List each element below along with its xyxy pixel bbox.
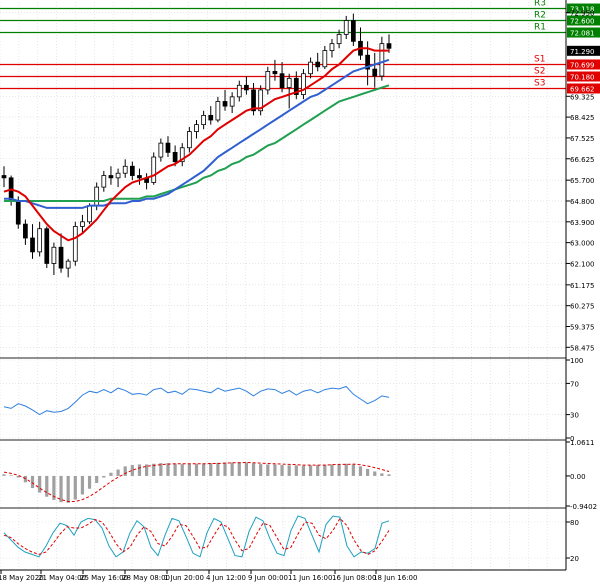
price-tick-label: 72.950	[570, 9, 595, 17]
time-tick-label: 21 May 04:00	[38, 574, 86, 582]
stoch-tick-label: 80	[570, 519, 579, 527]
price-tick-label: 64.800	[570, 198, 595, 206]
candle-body	[58, 246, 64, 269]
macd-tick-label: 0.00	[570, 473, 586, 481]
level-price-label: 69.662	[570, 85, 595, 93]
candle-body	[315, 61, 321, 68]
price-tick-label: 66.625	[570, 156, 595, 164]
price-tick-label: 60.275	[570, 303, 595, 311]
candle-body	[108, 175, 114, 179]
candle-body	[244, 84, 249, 91]
time-tick-label: 1 Jun 20:00	[164, 574, 204, 582]
macd-tick-label: 1.0611	[570, 439, 595, 447]
macd-tick-label: -0.9402	[570, 503, 597, 511]
price-tick-label: 63.900	[570, 219, 595, 227]
time-tick-label: 4 Jun 12:00	[206, 574, 246, 582]
candle-body	[37, 228, 43, 253]
candle-body	[322, 50, 328, 68]
panel-separator	[0, 357, 566, 359]
candle-body	[115, 172, 121, 179]
level-name-s3: S3	[534, 78, 545, 88]
level-price-label: 71.290	[570, 48, 595, 56]
time-tick-label: 9 Jun 00:00	[248, 574, 288, 582]
level-price-label: 72.081	[570, 30, 595, 38]
candle-body	[386, 43, 392, 49]
stoch-tick-label: 20	[570, 555, 579, 563]
price-tick-label: 67.525	[570, 135, 595, 143]
candle-body	[272, 71, 278, 75]
time-tick-label: 28 May 08:00	[122, 574, 170, 582]
price-tick-label: 69.325	[570, 93, 595, 101]
level-name-r2: R2	[534, 11, 546, 21]
price-tick-label: 58.475	[570, 344, 595, 352]
candle-body	[286, 77, 292, 89]
price-tick-label: 63.000	[570, 240, 595, 248]
price-tick-label: 62.100	[570, 260, 595, 268]
chart-background	[0, 0, 600, 584]
candle-body	[265, 71, 271, 91]
candle-body	[87, 205, 92, 223]
time-tick-label: 16 Jun 08:00	[332, 574, 376, 582]
price-tick-label: 68.425	[570, 114, 595, 122]
candle-body	[215, 101, 221, 121]
candle-body	[172, 151, 178, 163]
candle-body	[343, 20, 349, 35]
candle-body	[80, 221, 85, 227]
candle-body	[329, 43, 335, 51]
rsi-tick-label: 100	[570, 357, 583, 365]
level-name-s2: S2	[534, 67, 545, 77]
level-name-s1: S1	[534, 54, 545, 64]
candle-body	[194, 124, 199, 132]
candle-body	[187, 131, 192, 149]
level-name-r3: R3	[534, 0, 546, 9]
candle-body	[137, 175, 142, 179]
candle-body	[236, 84, 242, 98]
rsi-tick-label: 30	[570, 412, 579, 420]
candle-body	[1, 175, 7, 179]
candle-body	[301, 73, 306, 95]
candle-body	[308, 61, 313, 75]
candle-body	[336, 33, 342, 45]
candle-body	[44, 228, 50, 264]
candle-body	[158, 142, 164, 158]
candle-body	[208, 114, 214, 121]
candle-body	[229, 96, 235, 107]
candle-body	[165, 142, 171, 153]
panel-separator	[0, 507, 566, 509]
candle-body	[23, 223, 28, 239]
candle-body	[30, 237, 35, 253]
rsi-tick-label: 70	[570, 380, 579, 388]
panel-separator	[0, 439, 566, 441]
candle-body	[201, 114, 206, 126]
candle-body	[222, 101, 228, 107]
candle-body	[129, 165, 135, 176]
level-price-label: 70.180	[570, 74, 595, 82]
candle-body	[372, 68, 378, 77]
candle-body	[350, 20, 356, 42]
candle-body	[94, 186, 100, 207]
candle-body	[101, 175, 107, 188]
candle-body	[151, 156, 157, 183]
price-tick-label: 59.375	[570, 324, 595, 332]
level-name-r1: R1	[534, 23, 546, 33]
candle-body	[122, 165, 128, 174]
candle-body	[15, 200, 21, 225]
level-price-label: 70.699	[570, 61, 595, 69]
candle-body	[65, 260, 71, 269]
time-tick-label: 25 May 16:00	[80, 574, 128, 582]
candle-body	[72, 226, 78, 262]
time-tick-label: 11 Jun 16:00	[288, 574, 332, 582]
time-tick-label: 18 Jun 16:00	[373, 574, 417, 582]
candle-body	[379, 43, 385, 77]
candle-body	[51, 246, 57, 264]
price-tick-label: 61.175	[570, 282, 595, 290]
candle-body	[279, 73, 285, 89]
trading-chart: R373.118R272.600R172.08171.290S170.699S2…	[0, 0, 600, 584]
level-price-label: 72.600	[570, 18, 595, 26]
price-tick-label: 65.700	[570, 177, 595, 185]
